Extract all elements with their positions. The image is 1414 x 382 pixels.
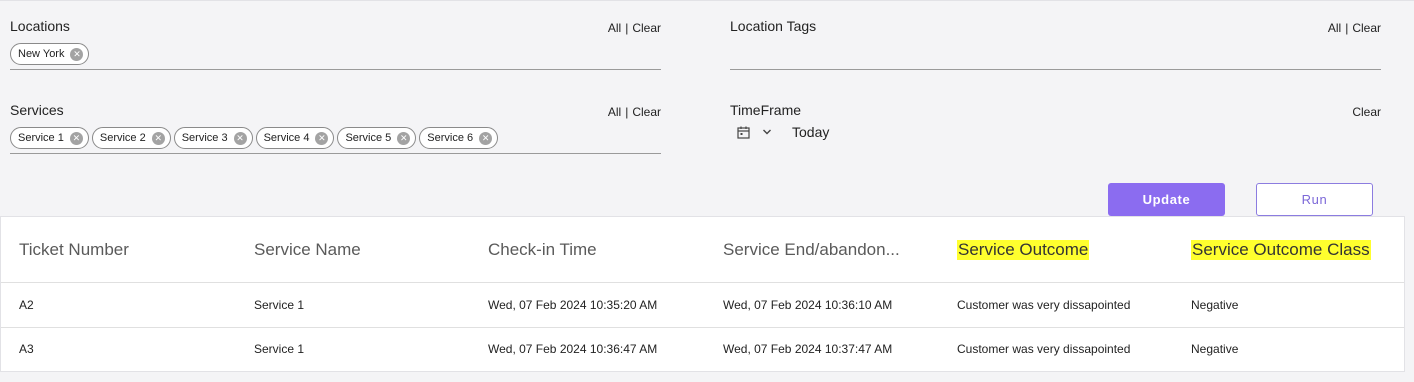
cell-service-outcome: Customer was very dissapointed <box>957 297 1131 312</box>
highlighted-header-text: Service Outcome Class <box>1191 239 1371 260</box>
locations-select-all-link[interactable]: All <box>608 21 621 35</box>
services-actions: All | Clear <box>608 105 661 119</box>
cell-ticket-number: A2 <box>19 297 34 312</box>
chip-label: New York <box>18 48 65 60</box>
locations-clear-link[interactable]: Clear <box>632 21 661 35</box>
cell-service-outcome-class: Negative <box>1191 342 1239 356</box>
chip-label: Service 5 <box>345 132 392 144</box>
services-underline <box>10 153 661 154</box>
location-tags-select-all-link[interactable]: All <box>1328 21 1341 35</box>
remove-chip-icon[interactable]: ✕ <box>151 131 165 145</box>
services-chips: Service 1 ✕ Service 2 ✕ Service 3 ✕ Service… <box>10 127 499 149</box>
cell-service-name: Service 1 <box>254 297 305 312</box>
location-chip-new-york: New York ✕ <box>10 43 90 65</box>
cell-check-in-time: Wed, 07 Feb 2024 10:35:20 AM <box>488 297 658 312</box>
chip-label: Service 4 <box>263 132 310 144</box>
locations-actions: All | Clear <box>608 21 661 35</box>
remove-chip-icon[interactable]: ✕ <box>70 47 84 61</box>
chip-label: Service 6 <box>427 132 474 144</box>
cell-check-in-time: Wed, 07 Feb 2024 10:36:47 AM <box>488 342 658 356</box>
chip-label: Service 2 <box>99 132 146 144</box>
timeframe-selector[interactable]: Today <box>737 124 829 140</box>
timeframe-filter: TimeFrame Clear Today <box>730 102 1381 147</box>
highlighted-header-text: Service Outcome <box>957 239 1090 260</box>
column-header-service-end[interactable]: Service End/abandon... <box>723 217 900 282</box>
location-tags-clear-link[interactable]: Clear <box>1352 21 1381 35</box>
remove-chip-icon[interactable]: ✕ <box>315 131 329 145</box>
table-header-row: Ticket Number Service Name Check-in Time… <box>1 217 1404 283</box>
locations-chips: New York ✕ <box>10 43 90 65</box>
service-chip-3: Service 3 ✕ <box>173 127 253 149</box>
service-chip-5: Service 5 ✕ <box>337 127 417 149</box>
cell-ticket-number: A3 <box>19 342 34 356</box>
remove-chip-icon[interactable]: ✕ <box>69 131 83 145</box>
top-divider <box>0 0 1414 1</box>
cell-service-end: Wed, 07 Feb 2024 10:36:10 AM <box>723 297 893 312</box>
service-chip-1: Service 1 ✕ <box>10 127 89 149</box>
cell-service-name: Service 1 <box>254 342 305 356</box>
timeframe-value: Today <box>792 124 830 140</box>
chip-label: Service 3 <box>181 132 228 144</box>
services-filter: Services All | Clear Service 1 ✕ Service 2 ✕… <box>10 102 661 154</box>
column-header-service-outcome-class[interactable]: Service Outcome Class <box>1191 217 1371 282</box>
locations-filter: Locations All | Clear New York ✕ <box>10 18 661 70</box>
cell-service-end: Wed, 07 Feb 2024 10:37:47 AM <box>723 342 893 356</box>
update-button[interactable]: Update <box>1108 183 1225 216</box>
timeframe-label: TimeFrame <box>730 102 802 118</box>
remove-chip-icon[interactable]: ✕ <box>397 131 411 145</box>
location-tags-underline <box>730 69 1381 70</box>
chip-label: Service 1 <box>18 132 64 144</box>
chevron-down-icon[interactable] <box>762 127 772 137</box>
remove-chip-icon[interactable]: ✕ <box>233 131 247 145</box>
remove-chip-icon[interactable]: ✕ <box>479 131 493 145</box>
column-header-ticket-number[interactable]: Ticket Number <box>19 217 129 282</box>
service-chip-4: Service 4 ✕ <box>255 127 335 149</box>
calendar-icon[interactable] <box>737 126 750 139</box>
separator: | <box>625 21 629 35</box>
table-row[interactable]: A2 Service 1 Wed, 07 Feb 2024 10:35:20 A… <box>1 282 1404 328</box>
location-tags-actions: All | Clear <box>1328 21 1381 35</box>
table-scroll-edge <box>1405 216 1414 372</box>
results-table: Ticket Number Service Name Check-in Time… <box>0 216 1405 372</box>
timeframe-clear-link[interactable]: Clear <box>1352 105 1381 119</box>
location-tags-filter[interactable]: Location Tags All | Clear <box>730 18 1381 70</box>
column-header-service-name[interactable]: Service Name <box>254 217 361 282</box>
services-select-all-link[interactable]: All <box>608 105 621 119</box>
services-clear-link[interactable]: Clear <box>632 105 661 119</box>
cell-service-outcome: Customer was very dissapointed <box>957 342 1131 356</box>
run-button[interactable]: Run <box>1256 183 1373 216</box>
separator: | <box>625 105 629 119</box>
services-label: Services <box>10 102 64 118</box>
column-header-service-outcome[interactable]: Service Outcome <box>957 217 1090 282</box>
service-chip-2: Service 2 ✕ <box>91 127 171 149</box>
locations-label: Locations <box>10 18 70 34</box>
locations-underline <box>10 69 661 70</box>
column-header-check-in-time[interactable]: Check-in Time <box>488 217 597 282</box>
service-chip-6: Service 6 ✕ <box>419 127 499 149</box>
table-row[interactable]: A3 Service 1 Wed, 07 Feb 2024 10:36:47 A… <box>1 327 1404 371</box>
separator: | <box>1345 21 1349 35</box>
cell-service-outcome-class: Negative <box>1191 297 1239 312</box>
location-tags-label: Location Tags <box>730 18 817 34</box>
timeframe-actions: Clear <box>1352 105 1381 119</box>
